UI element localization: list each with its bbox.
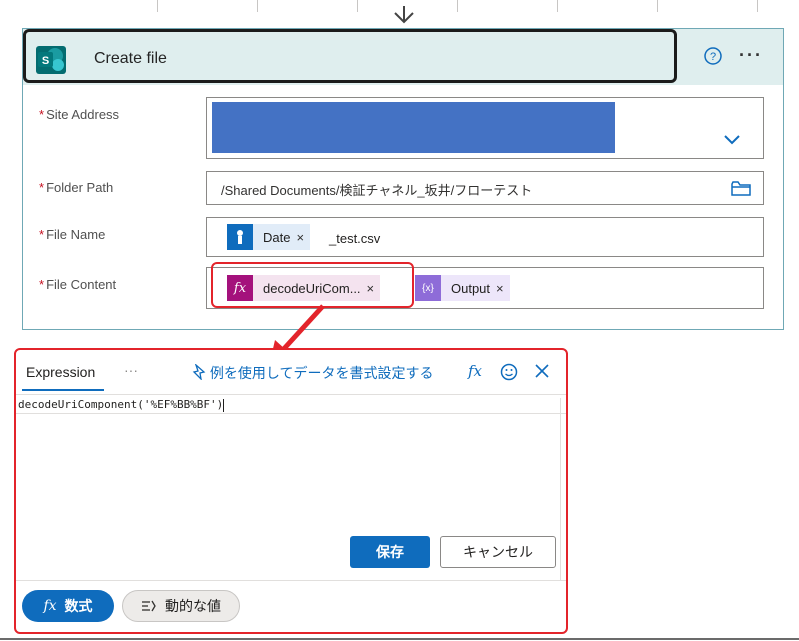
card-title: Create file xyxy=(94,50,167,67)
tab-more-button[interactable]: ··· xyxy=(124,362,138,378)
token-remove-button[interactable]: × xyxy=(296,230,310,245)
sparkle-icon xyxy=(192,362,206,381)
format-data-link[interactable]: 例を使用してデータを書式設定する xyxy=(192,362,434,383)
fx-icon: fx xyxy=(43,598,57,614)
close-icon[interactable] xyxy=(534,363,550,379)
file-name-input[interactable]: Date × _test.csv xyxy=(206,217,764,257)
folder-path-value: /Shared Documents/検証チャネル_坂井/フローテスト xyxy=(221,183,533,198)
chevron-down-icon[interactable] xyxy=(723,134,741,146)
svg-text:S: S xyxy=(42,55,49,67)
canvas-gridline xyxy=(657,0,658,12)
canvas-gridline xyxy=(357,0,358,12)
token-label: Output xyxy=(451,280,491,296)
canvas-gridline xyxy=(457,0,458,12)
expression-editor[interactable]: decodeUriComponent('%EF%BB%BF') xyxy=(16,394,566,414)
folder-icon[interactable] xyxy=(731,181,751,196)
card-header[interactable]: S Create file ? ··· xyxy=(23,29,783,85)
bottom-border xyxy=(0,638,799,640)
token-label: Date xyxy=(263,229,291,245)
formula-tab-label: 数式 xyxy=(64,598,93,614)
footer-divider xyxy=(16,580,566,581)
card-title-bar[interactable]: S Create file xyxy=(23,29,677,83)
file-content-label: * File Content xyxy=(39,277,117,292)
variable-icon: {x} xyxy=(415,275,441,301)
active-tab-indicator xyxy=(22,389,104,391)
canvas-gridline xyxy=(157,0,158,12)
svg-text:?: ? xyxy=(710,51,716,63)
file-name-suffix: _test.csv xyxy=(329,231,381,246)
folder-path-label: * Folder Path xyxy=(39,180,114,195)
dynamic-content-tab-label: 動的な値 xyxy=(165,598,221,614)
site-address-label: * Site Address xyxy=(39,107,120,122)
arrow-down-icon xyxy=(394,6,414,24)
date-token[interactable]: Date × xyxy=(227,224,311,250)
canvas-gridline xyxy=(557,0,558,12)
format-data-link-label: 例を使用してデータを書式設定する xyxy=(209,365,434,381)
save-button[interactable]: 保存 xyxy=(350,536,430,568)
output-token[interactable]: {x} Output × xyxy=(415,275,510,301)
redacted-site-value xyxy=(212,102,615,153)
fx-button[interactable]: fx xyxy=(468,362,482,380)
folder-path-input[interactable]: /Shared Documents/検証チャネル_坂井/フローテスト xyxy=(206,171,764,205)
editor-scrollbar[interactable] xyxy=(560,398,561,580)
dynamic-content-tab-button[interactable]: 動的な値 xyxy=(122,590,240,622)
more-options-button[interactable]: ··· xyxy=(739,45,763,66)
cancel-button[interactable]: キャンセル xyxy=(440,536,556,568)
sharepoint-icon: S xyxy=(36,46,66,74)
site-address-dropdown[interactable] xyxy=(206,97,764,159)
text-caret xyxy=(223,398,225,412)
feedback-smile-icon[interactable] xyxy=(500,363,518,381)
formula-tab-button[interactable]: fx 数式 xyxy=(22,590,114,622)
canvas-gridline xyxy=(757,0,758,12)
canvas-gridline xyxy=(257,0,258,12)
file-name-label: * File Name xyxy=(39,227,106,242)
token-remove-button[interactable]: × xyxy=(496,281,510,296)
manual-trigger-icon xyxy=(227,224,253,250)
expression-code: decodeUriComponent('%EF%BB%BF') xyxy=(18,398,225,412)
tab-expression[interactable]: Expression xyxy=(26,364,95,380)
help-icon[interactable]: ? xyxy=(703,46,723,66)
dynamic-content-icon xyxy=(142,600,156,612)
expression-panel: Expression ··· 例を使用してデータを書式設定する fx decod… xyxy=(14,348,568,634)
